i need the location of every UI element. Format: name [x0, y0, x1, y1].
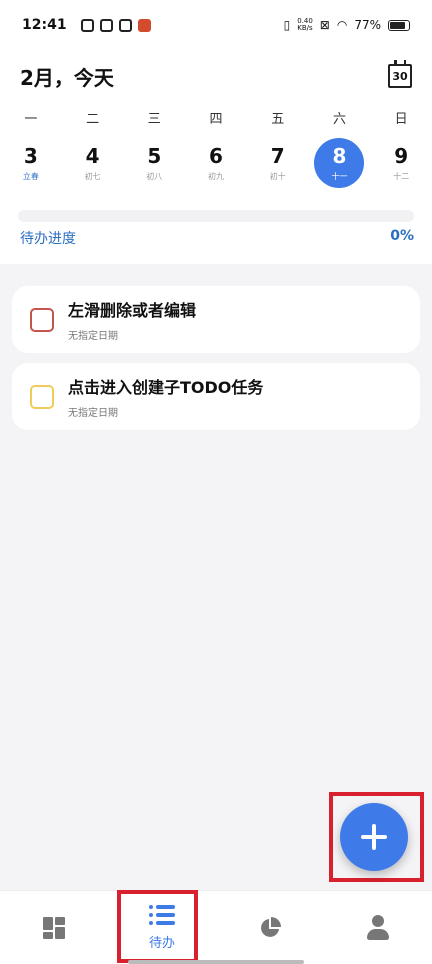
day-column[interactable]: 二 4 初七 — [62, 108, 124, 188]
pie-chart-icon — [261, 916, 281, 937]
date-number: 7 — [270, 143, 285, 168]
weekday-label: 六 — [332, 112, 346, 127]
day-column[interactable]: 日 9 十二 — [370, 108, 432, 188]
lunar-date: 十二 — [393, 171, 410, 181]
progress-label: 待办进度 — [20, 231, 76, 247]
nav-dashboard[interactable] — [0, 891, 108, 964]
dashboard-icon — [43, 916, 65, 939]
vibrate-icon: ▯ — [283, 18, 291, 32]
task-title: 点击进入创建子TODO任务 — [68, 378, 264, 397]
date-cell[interactable]: 7 初十 — [253, 138, 303, 188]
date-number: 5 — [147, 143, 162, 168]
sim-icon: ⊠ — [319, 18, 330, 32]
progress-percent: 0% — [390, 228, 414, 244]
highlight-box — [117, 890, 198, 963]
status-right: ▯ 0.40 KB/s ⊠ ◠ 77% — [284, 18, 410, 32]
date-number: 3 — [23, 143, 38, 168]
calendar-icon[interactable]: 30 — [388, 60, 412, 88]
notification-app-icon — [137, 18, 151, 32]
progress-row: 待办进度 0% — [20, 228, 414, 248]
weekday-label: 日 — [394, 112, 408, 127]
weekday-label: 三 — [147, 112, 161, 127]
date-cell[interactable]: 4 初七 — [68, 138, 118, 188]
task-card[interactable]: 左滑删除或者编辑无指定日期 — [12, 286, 420, 353]
network-speed: 0.40 KB/s — [297, 18, 313, 32]
task-checkbox[interactable] — [30, 307, 54, 332]
date-cell[interactable]: 5 初八 — [129, 138, 179, 188]
date-number: 8 — [332, 143, 347, 168]
weekday-label: 一 — [24, 112, 38, 127]
lunar-date: 初八 — [146, 171, 163, 181]
date-cell[interactable]: 8 十一 — [314, 138, 365, 188]
week-strip: 一 3 立春 二 4 初七 三 5 初八 四 6 初九 五 7 初十 六 8 十一 日 9 十二 — [0, 108, 432, 188]
tiktok-icon — [118, 18, 132, 32]
task-checkbox[interactable] — [30, 384, 54, 409]
lunar-date: 初七 — [84, 171, 101, 181]
wifi-icon: ◠ — [336, 18, 348, 32]
day-column[interactable]: 一 3 立春 — [0, 108, 62, 188]
task-texts: 左滑删除或者编辑无指定日期 — [68, 297, 196, 342]
lunar-date: 初十 — [269, 171, 286, 181]
task-date: 无指定日期 — [68, 331, 118, 342]
task-texts: 点击进入创建子TODO任务无指定日期 — [68, 374, 263, 419]
home-indicator — [128, 960, 304, 964]
task-date: 无指定日期 — [68, 408, 118, 419]
status-bar: 12:41 ▯ 0.40 KB/s ⊠ ◠ 77% — [0, 0, 432, 50]
status-time: 12:41 — [22, 17, 67, 33]
day-column[interactable]: 五 7 初十 — [247, 108, 309, 188]
date-number: 4 — [85, 143, 100, 168]
notification-app-icon — [99, 18, 113, 32]
battery-percent: 77% — [354, 18, 381, 32]
day-column[interactable]: 四 6 初九 — [185, 108, 247, 188]
page-title: 2月，今天 — [20, 65, 114, 90]
top-area: 12:41 ▯ 0.40 KB/s ⊠ ◠ 77% 2月，今天 30 一 3 立春 二… — [0, 0, 432, 264]
nav-statistics[interactable] — [216, 891, 324, 964]
weekday-label: 五 — [271, 112, 285, 127]
task-list: 左滑删除或者编辑 无指定日期 点击进入创建子TODO任务 无指定日期 — [0, 264, 432, 430]
battery-icon — [388, 19, 410, 31]
network-speed-unit: KB/s — [297, 24, 313, 32]
status-left: 12:41 — [22, 17, 151, 33]
weekday-label: 四 — [209, 112, 223, 127]
task-title: 左滑删除或者编辑 — [68, 301, 197, 320]
lunar-date: 立春 — [22, 171, 39, 181]
calendar-icon-date: 30 — [392, 69, 408, 83]
user-icon — [366, 914, 390, 941]
day-column[interactable]: 六 8 十一 — [309, 108, 371, 188]
lunar-date: 初九 — [208, 171, 225, 181]
notification-app-icon — [80, 18, 94, 32]
lunar-date: 十一 — [331, 171, 348, 181]
date-cell[interactable]: 6 初九 — [191, 138, 241, 188]
add-task-button[interactable] — [340, 803, 408, 871]
header: 2月，今天 30 — [0, 50, 432, 102]
weekday-label: 二 — [86, 112, 100, 127]
nav-profile[interactable] — [324, 891, 432, 964]
progress-bar — [18, 210, 414, 222]
date-number: 6 — [209, 143, 223, 168]
date-cell[interactable]: 9 十二 — [376, 138, 426, 188]
day-column[interactable]: 三 5 初八 — [123, 108, 185, 188]
bottom-nav: 待办 — [0, 890, 432, 964]
date-number: 9 — [394, 143, 409, 168]
plus-icon — [361, 824, 387, 850]
date-cell[interactable]: 3 立春 — [6, 138, 56, 188]
task-card[interactable]: 点击进入创建子TODO任务无指定日期 — [12, 363, 420, 430]
